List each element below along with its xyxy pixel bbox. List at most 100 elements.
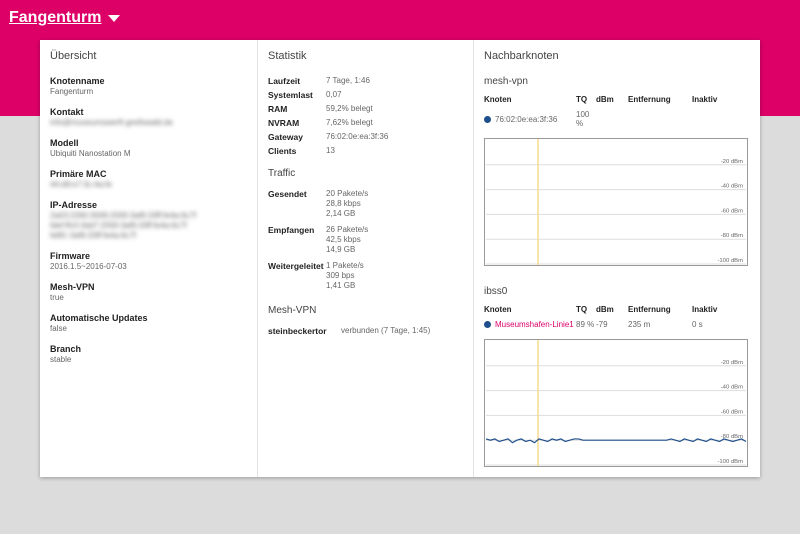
- field-label: Kontakt: [50, 107, 84, 117]
- y-tick-label: -20 dBm: [721, 159, 743, 165]
- neighbour-group: ibss0 Knoten TQ dBm Entfernung Inaktiv Museums…: [484, 286, 750, 467]
- statistics-column: Statistik Laufzeit 7 Tage, 1:46 Systemlast…: [258, 40, 474, 477]
- field-label: Knotenname: [50, 76, 105, 86]
- field-label: Modell: [50, 138, 79, 148]
- y-tick-label: -100 dBm: [717, 459, 743, 465]
- field-value: info@museumswerft-greifswald.de: [50, 118, 173, 127]
- overview-field: Kontakt info@museumswerft-greifswald.de: [50, 107, 247, 128]
- row-value: 1 Pakete/s 309 bps 1,41 GB: [326, 261, 364, 290]
- field-value: false: [50, 324, 67, 333]
- neighbour-distance: 235 m: [628, 320, 651, 329]
- neighbours-heading: Nachbarknoten: [484, 50, 559, 62]
- row-value: 76:02:0e:ea:3f:36: [326, 132, 389, 141]
- field-label: Branch: [50, 344, 82, 354]
- traffic-heading: Traffic: [268, 168, 296, 179]
- neighbour-table-header: Knoten TQ dBm Entfernung Inaktiv: [484, 305, 750, 314]
- row-label: Weitergeleitet: [268, 261, 324, 271]
- table-row: RAM 59,2% belegt: [268, 104, 388, 118]
- overview-field: Firmware 2016.1.5~2016-07-03: [50, 251, 247, 272]
- row-label: Gateway: [268, 132, 303, 142]
- y-tick-label: -60 dBm: [721, 208, 743, 214]
- meshvpn-peer-name: steinbeckertor: [268, 326, 327, 336]
- neighbour-group: mesh-vpn Knoten TQ dBm Entfernung Inaktiv 76:0…: [484, 76, 750, 266]
- y-tick-label: -40 dBm: [721, 184, 743, 190]
- neighbour-group-title: mesh-vpn: [484, 76, 528, 87]
- column-header: TQ: [576, 95, 588, 104]
- column-header: TQ: [576, 305, 588, 314]
- neighbour-node-cell: Museumshafen-Linie1: [484, 320, 576, 329]
- overview-field: Mesh-VPN true: [50, 282, 247, 303]
- neighbour-node-name[interactable]: Museumshafen-Linie1: [495, 320, 574, 329]
- row-label: Systemlast: [268, 90, 313, 100]
- table-row: Clients 13: [268, 146, 388, 160]
- y-tick-label: -60 dBm: [721, 409, 743, 415]
- node-title-dropdown[interactable]: Fangenturm: [9, 9, 121, 27]
- field-label: Automatische Updates: [50, 313, 148, 323]
- field-value: stable: [50, 355, 72, 364]
- overview-field: Branch stable: [50, 344, 247, 365]
- field-value: 2016.1.5~2016-07-03: [50, 262, 127, 271]
- row-label: Laufzeit: [268, 76, 301, 86]
- field-value: true: [50, 293, 64, 302]
- row-value: 7 Tage, 1:46: [326, 76, 370, 85]
- row-label: Empfangen: [268, 225, 315, 235]
- signal-chart: -20 dBm -40 dBm -60 dBm -80 dBm -100 dBm: [484, 138, 748, 266]
- meshvpn-heading: Mesh-VPN: [268, 305, 317, 316]
- table-row: Gateway 76:02:0e:ea:3f:36: [268, 132, 388, 146]
- node-status-dot-icon: [484, 321, 491, 328]
- neighbour-dbm: -79: [596, 320, 608, 329]
- table-row: Gesendet 20 Pakete/s 28,8 kbps 2,14 GB: [268, 189, 368, 225]
- table-row: NVRAM 7,62% belegt: [268, 118, 388, 132]
- overview-field: Primäre MAC 44:d9:e7:3c:4a:fe: [50, 169, 247, 190]
- overview-column: Übersicht Knotenname Fangenturm Kontakt inf…: [40, 40, 258, 477]
- row-value: 7,62% belegt: [326, 118, 373, 127]
- meshvpn-peer-row: steinbeckertor verbunden (7 Tage, 1:45): [268, 326, 463, 336]
- row-value: 13: [326, 146, 335, 155]
- meshvpn-peer-status: verbunden (7 Tage, 1:45): [341, 326, 431, 335]
- neighbour-table-header: Knoten TQ dBm Entfernung Inaktiv: [484, 95, 750, 104]
- overview-field: Modell Ubiquiti Nanostation M: [50, 138, 247, 159]
- row-label: Gesendet: [268, 189, 307, 199]
- field-value: 44:d9:e7:3c:4a:fe: [50, 180, 112, 189]
- column-header: dBm: [596, 95, 614, 104]
- y-tick-label: -80 dBm: [721, 233, 743, 239]
- row-label: RAM: [268, 104, 288, 114]
- chevron-down-icon: [108, 14, 121, 22]
- neighbour-node-name[interactable]: 76:02:0e:ea:3f:36: [495, 115, 557, 124]
- column-header: Knoten: [484, 305, 512, 314]
- field-label: Mesh-VPN: [50, 282, 95, 292]
- table-row: Empfangen 26 Pakete/s 42,5 kbps 14,9 GB: [268, 225, 368, 261]
- y-tick-label: -100 dBm: [717, 258, 743, 264]
- field-label: IP-Adresse: [50, 200, 98, 210]
- statistics-table: Laufzeit 7 Tage, 1:46 Systemlast 0,07 RAM 59,…: [268, 76, 388, 160]
- node-title: Fangenturm: [9, 9, 102, 26]
- row-value: 59,2% belegt: [326, 104, 373, 113]
- node-status-dot-icon: [484, 115, 491, 123]
- neighbour-inactive: 0 s: [692, 320, 703, 329]
- neighbour-group-title: ibss0: [484, 286, 508, 297]
- field-label: Firmware: [50, 251, 91, 261]
- overview-field: Automatische Updates false: [50, 313, 247, 334]
- table-row: Laufzeit 7 Tage, 1:46: [268, 76, 388, 90]
- neighbour-row[interactable]: Museumshafen-Linie1 89 % -79 235 m 0 s: [484, 320, 750, 329]
- column-header: Entfernung: [628, 305, 671, 314]
- neighbour-node-cell: 76:02:0e:ea:3f:36: [484, 115, 576, 124]
- overview-field: IP-Adresse 2a03:2260:3006:2000:3af6:33ff:…: [50, 200, 247, 241]
- table-row: Systemlast 0,07: [268, 90, 388, 104]
- row-label: Clients: [268, 146, 297, 156]
- row-value: 26 Pakete/s 42,5 kbps 14,9 GB: [326, 225, 369, 254]
- neighbour-tq: 100 %: [576, 110, 590, 128]
- statistics-heading: Statistik: [268, 50, 307, 62]
- row-value: 20 Pakete/s 28,8 kbps 2,14 GB: [326, 189, 369, 218]
- neighbour-row[interactable]: 76:02:0e:ea:3f:36 100 %: [484, 110, 750, 128]
- column-header: Inaktiv: [692, 305, 718, 314]
- node-info-panel: Übersicht Knotenname Fangenturm Kontakt inf…: [40, 40, 760, 477]
- row-label: NVRAM: [268, 118, 300, 128]
- y-tick-label: -40 dBm: [721, 385, 743, 391]
- field-label: Primäre MAC: [50, 169, 107, 179]
- field-value: Fangenturm: [50, 87, 94, 96]
- traffic-table: Gesendet 20 Pakete/s 28,8 kbps 2,14 GB Empfa…: [268, 189, 368, 297]
- field-value: Ubiquiti Nanostation M: [50, 149, 131, 158]
- y-tick-label: -20 dBm: [721, 360, 743, 366]
- column-header: Inaktiv: [692, 95, 718, 104]
